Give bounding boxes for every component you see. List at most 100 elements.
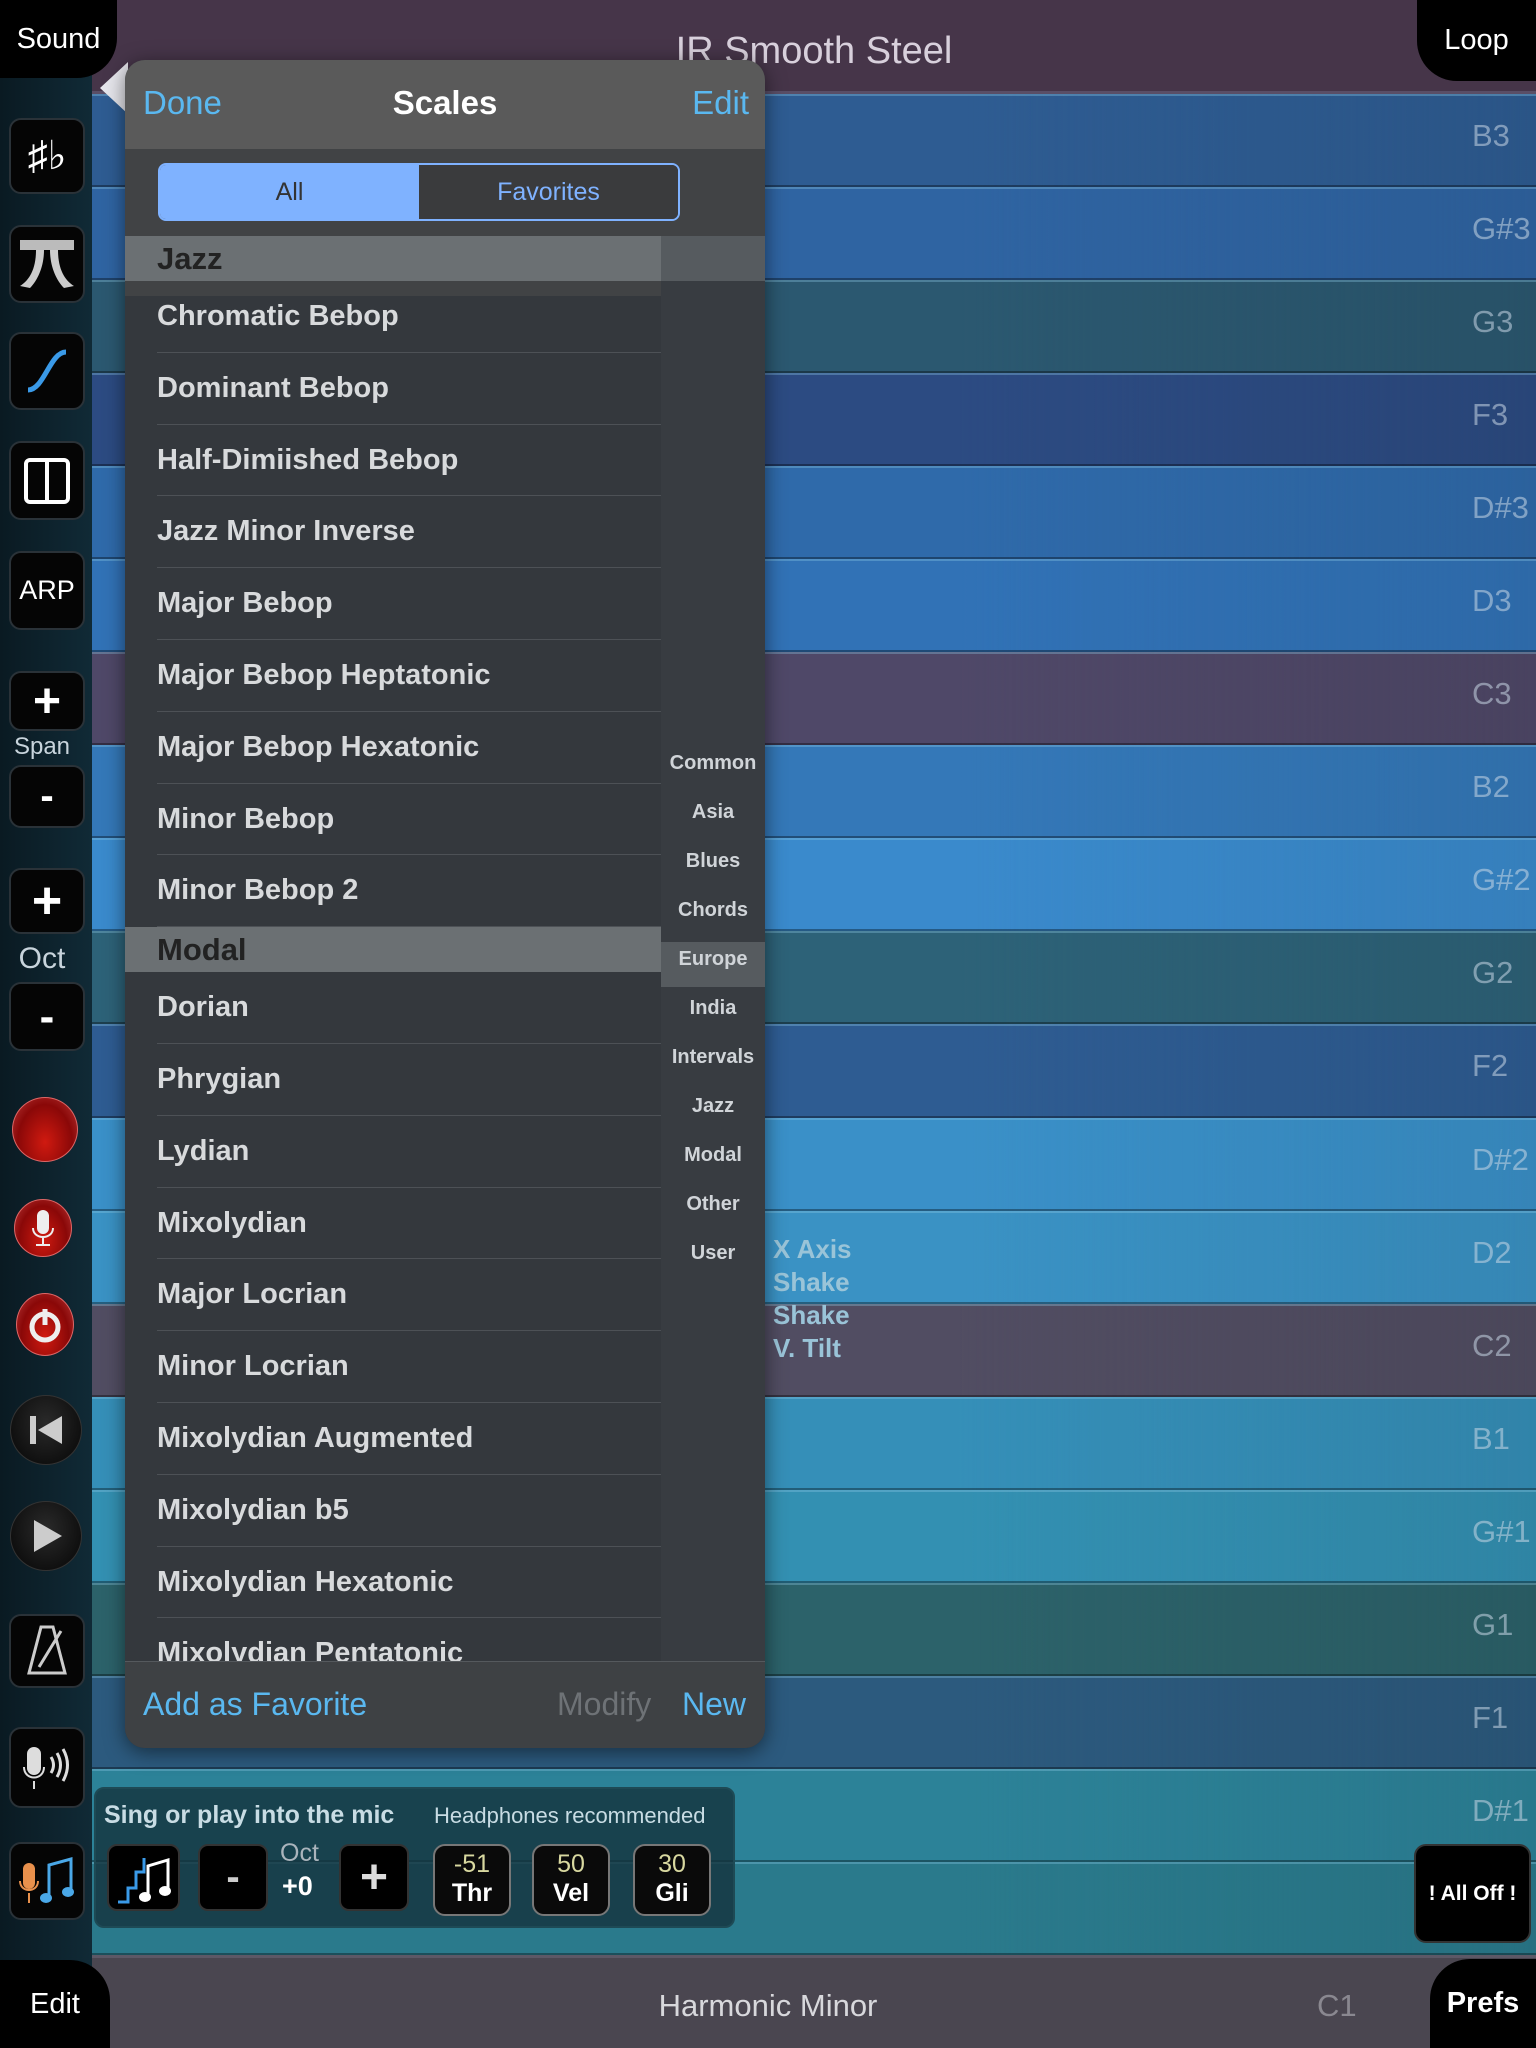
note-label: B2 [1472,769,1510,805]
mic-record-button[interactable] [14,1199,72,1257]
scale-list-item[interactable]: Dorian [125,972,661,1044]
mic-input-button[interactable] [9,1727,85,1808]
stepped-notes-icon [117,1857,171,1903]
play-button[interactable] [10,1501,82,1571]
scale-list-item[interactable]: Dominant Bebop [125,353,661,425]
section-header: Modal [125,927,661,973]
index-item[interactable]: Europe [661,948,765,971]
rewind-button[interactable] [10,1395,82,1465]
mic-oct-label: Oct [280,1839,319,1867]
axis-label: X Axis [773,1234,852,1264]
note-label: B3 [1472,118,1510,153]
threshold-knob[interactable]: -51 Thr [433,1844,511,1916]
scale-list-item[interactable]: Minor Locrian [125,1331,661,1403]
glide-curve-button[interactable] [9,332,85,410]
skip-back-icon [30,1416,62,1444]
popover-footer: Add as Favorite Modify New [125,1661,765,1748]
sidebar: ♯♭ ARP + Span - + Oct - [0,0,92,2048]
popover-arrow [100,62,128,114]
axis-labels: X Axis Shake Shake V. Tilt [773,1233,852,1365]
prefs-tab[interactable]: Prefs [1430,1959,1536,2048]
scale-list-item[interactable]: Mixolydian Hexatonic [125,1547,661,1619]
segment-favorites[interactable]: Favorites [419,165,678,219]
index-item[interactable]: Blues [661,850,765,873]
root-note[interactable]: C1 [1317,1988,1357,2024]
scale-list-item[interactable]: Major Bebop [125,568,661,640]
sharp-flat-button[interactable]: ♯♭ [9,118,85,194]
index-item[interactable]: Other [661,1193,765,1216]
note-label: F3 [1472,397,1509,433]
oct-plus-button[interactable]: + [9,868,85,934]
scale-list-item[interactable]: Jazz Minor Inverse [125,496,661,568]
velocity-knob[interactable]: 50 Vel [532,1844,610,1916]
scale-list-item[interactable]: Half-Dimiished Bebop [125,425,661,497]
add-favorite-button[interactable]: Add as Favorite [143,1686,367,1723]
note-label: G#2 [1472,862,1531,898]
mic-to-notes-button[interactable] [9,1842,85,1920]
power-button[interactable] [16,1293,74,1356]
span-minus-button[interactable]: - [9,765,85,828]
scale-list-item[interactable]: Lydian [125,1116,661,1188]
note-label: G#1 [1472,1513,1531,1549]
note-label: F1 [1472,1699,1509,1735]
all-off-button[interactable]: ! All Off ! [1414,1844,1531,1943]
index-item[interactable]: Modal [661,1144,765,1167]
scale-list-item[interactable]: Major Locrian [125,1259,661,1331]
scale-list-item[interactable]: Chromatic Bebop [125,281,661,353]
segment-all[interactable]: All [160,165,419,219]
scale-list[interactable]: Jazz Chromatic Bebop Dominant Bebop Half-Di… [125,236,661,1661]
mic-oct-minus-button[interactable]: - [198,1844,268,1911]
scale-list-item[interactable]: Mixolydian [125,1188,661,1260]
metronome-icon [27,1625,67,1675]
index-item[interactable]: Common [661,752,765,775]
mic-panel-title: Sing or play into the mic [104,1801,395,1829]
curve-icon [27,349,67,393]
edit-tab[interactable]: Edit [0,1960,110,2048]
scale-list-item[interactable]: Mixolydian b5 [125,1475,661,1547]
metronome-button[interactable] [9,1614,85,1688]
arp-button[interactable]: ARP [9,551,85,630]
scale-list-item[interactable]: Minor Bebop [125,784,661,856]
new-button[interactable]: New [682,1686,746,1723]
mic-oct-plus-button[interactable]: + [339,1844,409,1911]
play-icon [34,1520,62,1552]
bottom-bar: Harmonic Minor C1 [92,1955,1536,2048]
glide-knob[interactable]: 30 Gli [633,1844,711,1916]
mic-panel-hint: Headphones recommended [434,1803,706,1828]
sustain-pedal-button[interactable] [9,225,85,303]
edit-button[interactable]: Edit [692,84,749,122]
note-label: C3 [1472,676,1512,712]
index-item[interactable]: India [661,997,765,1020]
index-item[interactable]: Intervals [661,1046,765,1069]
oct-minus-button[interactable]: - [9,982,85,1051]
index-item[interactable]: Asia [661,801,765,824]
scale-list-item[interactable]: Minor Bebop 2 [125,855,661,927]
index-item[interactable]: User [661,1242,765,1265]
scale-list-item[interactable]: Major Bebop Hexatonic [125,712,661,784]
split-icon [24,457,70,504]
scale-list-item[interactable]: Mixolydian Pentatonic [125,1618,661,1661]
popover-header: Done Scales Edit [125,60,765,149]
modify-button[interactable]: Modify [557,1686,651,1723]
scale-list-item[interactable]: Major Bebop Heptatonic [125,640,661,712]
index-item[interactable]: Jazz [661,1095,765,1118]
pedals-icon [20,240,74,288]
split-button[interactable] [9,441,85,520]
index-item[interactable]: Chords [661,899,765,922]
section-index[interactable]: Common Asia Blues Chords Europe India Interval… [661,236,765,1661]
glide-label: Gli [655,1879,689,1907]
loop-tab[interactable]: Loop [1417,0,1536,81]
scale-name[interactable]: Harmonic Minor [92,1988,1444,2024]
scale-list-item[interactable]: Mixolydian Augmented [125,1403,661,1475]
span-plus-button[interactable]: + [9,671,85,731]
oct-label: Oct [18,942,66,975]
pitch-mode-button[interactable] [107,1844,180,1911]
scale-list-item[interactable]: Phrygian [125,1044,661,1116]
record-button[interactable] [12,1097,78,1162]
scales-popover: Done Scales Edit All Favorites Jazz Chrom… [125,60,765,1748]
note-label: F2 [1472,1048,1509,1084]
section-header: Jazz [125,236,661,281]
mic-panel: Sing or play into the mic Headphones rec… [94,1787,735,1928]
note-label: G#3 [1472,211,1531,247]
glide-value: 30 [658,1850,686,1878]
